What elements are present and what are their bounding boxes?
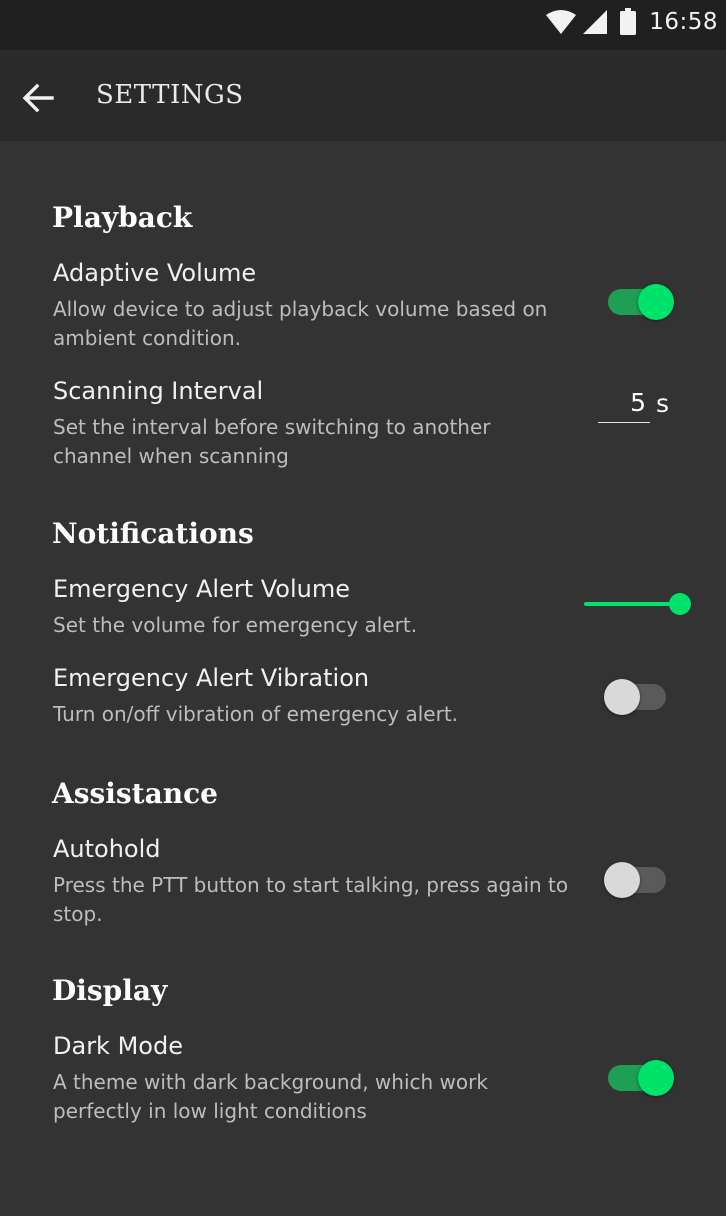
setting-description: A theme with dark background, which work… xyxy=(53,1070,488,1123)
setting-description: Press the PTT button to start talking, p… xyxy=(53,873,569,926)
status-icons: 16:58 xyxy=(545,8,718,36)
page-title: SETTINGS xyxy=(96,80,244,110)
emergency-volume-slider[interactable] xyxy=(582,589,692,619)
section-title-assistance: Assistance xyxy=(52,777,218,810)
setting-description: Set the volume for emergency alert. xyxy=(53,613,418,637)
wifi-icon xyxy=(546,10,577,34)
setting-description: Set the interval before switching to ano… xyxy=(53,415,491,468)
autohold-toggle[interactable] xyxy=(604,862,670,898)
adaptive-volume-toggle[interactable] xyxy=(606,284,674,320)
setting-emergency-alert-volume[interactable]: Emergency Alert Volume Set the volume fo… xyxy=(0,575,726,645)
setting-title: Emergency Alert Vibration xyxy=(53,664,370,692)
interval-unit: s xyxy=(656,389,670,418)
status-bar: 16:58 xyxy=(0,0,726,50)
battery-icon xyxy=(620,8,637,35)
section-title-notifications: Notifications xyxy=(52,517,254,550)
emergency-vibration-toggle[interactable] xyxy=(604,679,670,715)
dark-mode-toggle[interactable] xyxy=(606,1060,674,1096)
back-button[interactable] xyxy=(16,76,60,120)
status-time: 16:58 xyxy=(649,9,718,35)
slider-thumb[interactable] xyxy=(669,593,691,615)
setting-title: Adaptive Volume xyxy=(53,259,257,287)
slider-track xyxy=(584,602,680,606)
toggle-thumb xyxy=(638,284,674,320)
settings-list: Playback Adaptive Volume Allow device to… xyxy=(0,141,726,1216)
section-title-playback: Playback xyxy=(52,201,193,234)
interval-value: 5 xyxy=(630,388,646,417)
setting-title: Emergency Alert Volume xyxy=(53,575,351,603)
scanning-interval-input[interactable]: 5 xyxy=(598,388,650,423)
setting-emergency-alert-vibration[interactable]: Emergency Alert Vibration Turn on/off vi… xyxy=(0,664,726,734)
setting-autohold[interactable]: Autohold Press the PTT button to start t… xyxy=(0,835,726,935)
setting-description: Allow device to adjust playback volume b… xyxy=(53,297,548,350)
setting-adaptive-volume[interactable]: Adaptive Volume Allow device to adjust p… xyxy=(0,259,726,359)
setting-title: Scanning Interval xyxy=(53,377,264,405)
setting-description: Turn on/off vibration of emergency alert… xyxy=(53,702,459,726)
section-title-display: Display xyxy=(52,974,168,1007)
setting-title: Dark Mode xyxy=(53,1032,183,1060)
toggle-thumb xyxy=(638,1060,674,1096)
setting-scanning-interval[interactable]: Scanning Interval Set the interval befor… xyxy=(0,377,726,477)
arrow-left-icon xyxy=(22,83,54,113)
setting-dark-mode[interactable]: Dark Mode A theme with dark background, … xyxy=(0,1032,726,1132)
setting-title: Autohold xyxy=(53,835,161,863)
cell-signal-icon xyxy=(583,10,608,34)
toggle-thumb xyxy=(604,862,640,898)
toggle-thumb xyxy=(604,679,640,715)
app-bar: SETTINGS xyxy=(0,50,726,141)
